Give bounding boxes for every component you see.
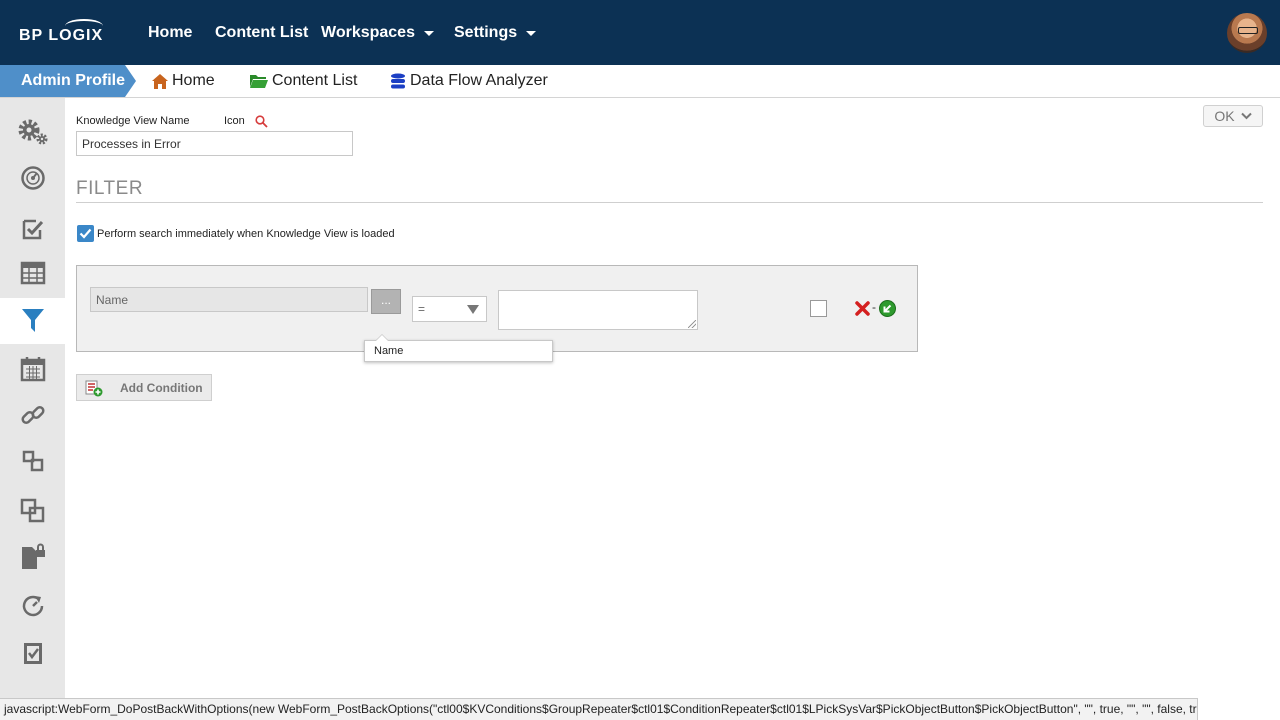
sidebar-item-approvals[interactable]	[0, 630, 65, 676]
nav-home-label: Home	[148, 23, 193, 41]
document-lock-icon	[21, 543, 45, 569]
delete-condition-icon[interactable]	[855, 301, 870, 316]
resize-grip-icon[interactable]	[688, 320, 696, 328]
sidebar-item-relations[interactable]	[0, 438, 65, 484]
separator-dash: -	[872, 300, 876, 314]
operator-select[interactable]: =	[412, 296, 487, 322]
top-navbar: BP LOGIX Home Content List Workspaces Se…	[0, 0, 1280, 65]
sidebar-item-filter[interactable]	[0, 298, 65, 344]
sidebar-item-copy[interactable]	[0, 488, 65, 534]
sidebar-item-links[interactable]	[0, 392, 65, 438]
crumb-data-flow-analyzer[interactable]: Data Flow Analyzer	[389, 65, 548, 97]
ok-button[interactable]: OK	[1203, 105, 1263, 127]
nav-settings-label: Settings	[454, 23, 518, 41]
icon-label: Icon	[224, 115, 245, 127]
clipboard-check-icon	[23, 643, 42, 664]
calendar-icon	[20, 357, 45, 382]
house-icon	[152, 73, 168, 89]
chevron-down-icon	[526, 31, 537, 36]
dashboard-icon	[20, 166, 45, 190]
sidebar-item-tasks[interactable]	[0, 206, 65, 252]
nav-content-list[interactable]: Content List	[215, 0, 308, 65]
crumb-content-list[interactable]: Content List	[249, 65, 357, 97]
database-icon	[391, 73, 405, 88]
nav-workspaces[interactable]: Workspaces	[321, 0, 434, 65]
filter-divider	[76, 202, 1263, 203]
kv-name-label: Knowledge View Name	[76, 115, 190, 127]
ok-button-label: OK	[1214, 108, 1235, 124]
folder-open-icon	[250, 75, 268, 88]
condition-value-textarea[interactable]	[498, 290, 698, 330]
chevron-down-icon	[423, 31, 434, 36]
sidebar-item-table[interactable]	[0, 250, 65, 296]
nav-home[interactable]: Home	[148, 0, 192, 65]
pick-object-button[interactable]: ...	[371, 289, 401, 314]
browser-status-bar: javascript:WebForm_DoPostBackWithOptions…	[0, 698, 1198, 720]
sidebar-item-secure-documents[interactable]	[0, 534, 65, 580]
link-icon	[20, 405, 45, 425]
crumb-data-flow-analyzer-label: Data Flow Analyzer	[410, 72, 548, 89]
relation-icon	[22, 450, 43, 472]
field-tooltip: Name	[364, 334, 553, 362]
checkmark-icon	[79, 228, 92, 239]
checklist-edit-icon	[22, 219, 43, 240]
add-condition-label: Add Condition	[120, 381, 203, 395]
crumb-home-label: Home	[172, 72, 215, 89]
refresh-gauge-icon	[22, 595, 43, 617]
sidebar-item-settings[interactable]	[0, 109, 65, 155]
user-avatar[interactable]	[1227, 13, 1267, 53]
filter-heading: FILTER	[76, 178, 144, 199]
gears-icon	[18, 119, 47, 145]
add-list-icon	[85, 380, 103, 397]
filter-icon	[21, 309, 44, 332]
breadcrumb-bar: Admin Profile Home Content List Data Flo…	[0, 65, 1280, 98]
crumb-admin-profile-label: Admin Profile	[21, 72, 126, 89]
bp-logix-logo[interactable]: BP LOGIX	[19, 19, 109, 47]
kv-name-input[interactable]	[76, 131, 353, 156]
immediate-search-checkbox[interactable]	[77, 225, 94, 242]
condition-field-input[interactable]	[90, 287, 368, 312]
immediate-search-label: Perform search immediately when Knowledg…	[97, 228, 395, 240]
crumb-admin-profile[interactable]: Admin Profile	[0, 65, 136, 97]
nav-settings[interactable]: Settings	[454, 0, 537, 65]
logo-arc	[65, 19, 103, 33]
arrow-down-left-icon	[883, 304, 892, 313]
search-icon[interactable]	[255, 115, 268, 128]
condition-checkbox[interactable]	[810, 300, 827, 317]
sidebar-item-dashboard[interactable]	[0, 155, 65, 201]
operator-value: =	[418, 302, 426, 316]
chevron-down-icon	[1240, 112, 1252, 120]
add-condition-button[interactable]: Add Condition	[76, 374, 212, 401]
copy-icon	[20, 498, 44, 523]
left-sidebar	[0, 98, 65, 698]
sidebar-item-refresh[interactable]	[0, 583, 65, 629]
table-icon	[20, 261, 45, 285]
dropdown-arrow-icon	[467, 305, 479, 314]
apply-condition-icon[interactable]	[879, 300, 896, 317]
nav-content-list-label: Content List	[215, 23, 309, 41]
crumb-content-list-label: Content List	[272, 72, 358, 89]
crumb-home[interactable]: Home	[151, 65, 215, 97]
nav-workspaces-label: Workspaces	[321, 23, 415, 41]
sidebar-item-calendar[interactable]	[0, 346, 65, 392]
